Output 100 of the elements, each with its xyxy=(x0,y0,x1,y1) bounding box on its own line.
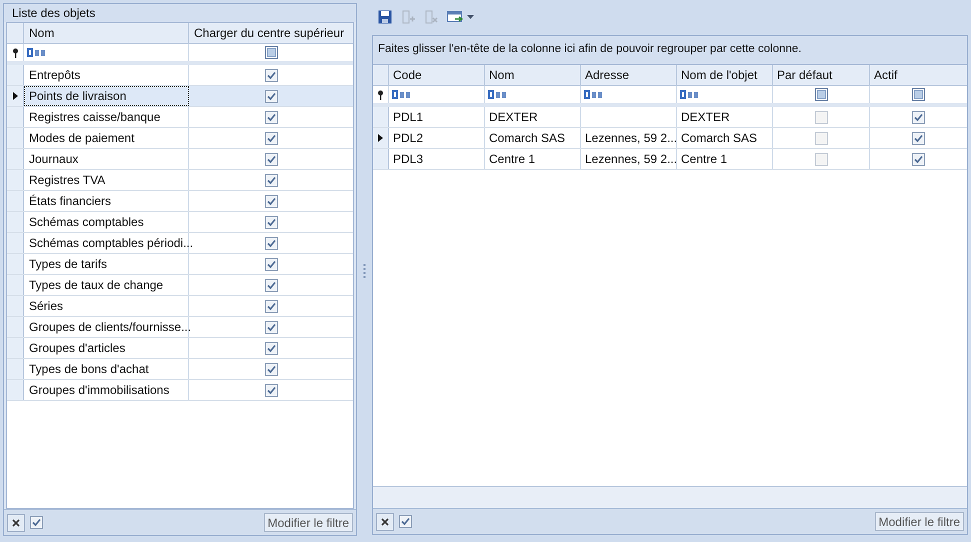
table-row[interactable]: Points de livraison xyxy=(7,86,353,107)
table-cell: Types de bons d'achat xyxy=(24,359,189,379)
text-filter-icon xyxy=(680,90,700,99)
table-row[interactable]: Registres caisse/banque xyxy=(7,107,353,128)
checkbox[interactable] xyxy=(264,152,278,166)
table-row[interactable]: Modes de paiement xyxy=(7,128,353,149)
clear-filter-button[interactable] xyxy=(376,512,394,530)
table-cell: Entrepôts xyxy=(24,65,189,85)
table-cell: Séries xyxy=(24,296,189,316)
close-icon xyxy=(381,518,389,526)
table-cell: Comarch SAS xyxy=(677,128,773,148)
table-row[interactable]: Groupes d'articles xyxy=(7,338,353,359)
table-cell: Groupes de clients/fournisse... xyxy=(24,317,189,337)
checkbox[interactable] xyxy=(814,132,828,144)
checkbox[interactable] xyxy=(814,110,828,124)
column-header[interactable]: Nom de l'objet xyxy=(677,65,773,85)
table-row[interactable]: PDL3 Centre 1 Lezennes, 59 2... Centre 1 xyxy=(373,149,967,170)
splitter-grip-icon[interactable] xyxy=(363,264,366,278)
checkbox[interactable] xyxy=(264,236,278,250)
checkbox[interactable] xyxy=(264,384,278,396)
table-cell: PDL1 xyxy=(389,107,485,127)
checkbox[interactable] xyxy=(264,258,278,270)
checkbox[interactable] xyxy=(264,278,278,292)
text-filter-icon xyxy=(392,90,412,99)
text-filter-icon xyxy=(584,90,604,99)
table-cell: Comarch SAS xyxy=(485,128,581,148)
table-row[interactable]: Schémas comptables périodi... xyxy=(7,233,353,254)
checkbox[interactable] xyxy=(264,342,278,354)
column-header[interactable]: Actif xyxy=(870,65,967,85)
modify-filter-button[interactable]: Modifier le filtre xyxy=(264,513,353,532)
table-row[interactable]: Types de bons d'achat xyxy=(7,359,353,380)
table-cell: Points de livraison xyxy=(24,86,189,106)
column-header[interactable]: Code xyxy=(389,65,485,85)
checkbox[interactable] xyxy=(912,110,925,124)
table-row[interactable]: Registres TVA xyxy=(7,170,353,191)
table-row[interactable]: États financiers xyxy=(7,191,353,212)
checkbox[interactable] xyxy=(264,194,278,208)
table-cell: Lezennes, 59 2... xyxy=(581,128,677,148)
checkbox[interactable] xyxy=(814,152,828,166)
checkbox[interactable] xyxy=(264,320,278,334)
checkbox[interactable] xyxy=(264,90,278,102)
table-cell: Centre 1 xyxy=(677,149,773,169)
table-row[interactable]: Schémas comptables xyxy=(7,212,353,233)
checkbox[interactable] xyxy=(264,110,278,124)
table-row[interactable]: Types de tarifs xyxy=(7,254,353,275)
column-header[interactable]: Nom xyxy=(485,65,581,85)
checkbox[interactable] xyxy=(912,152,925,166)
checkbox[interactable] xyxy=(264,362,278,376)
table-cell: Groupes d'articles xyxy=(24,338,189,358)
table-row[interactable]: PDL2 Comarch SAS Lezennes, 59 2... Comarch SAS xyxy=(373,128,967,149)
table-cell: Centre 1 xyxy=(485,149,581,169)
row-indicator[interactable] xyxy=(373,128,389,148)
table-cell: DEXTER xyxy=(485,107,581,127)
table-row[interactable]: Entrepôts xyxy=(7,65,353,86)
column-header[interactable]: Adresse xyxy=(581,65,677,85)
checkbox[interactable] xyxy=(264,216,278,228)
table-cell: DEXTER xyxy=(677,107,773,127)
column-header[interactable]: Par défaut xyxy=(773,65,870,85)
row-indicator[interactable] xyxy=(7,86,24,106)
current-row-icon xyxy=(378,134,383,142)
group-by-hint: Faites glisser l'en-tête de la colonne ici afin de pouvoir regrouper par cette colonne. xyxy=(373,36,967,65)
column-header[interactable]: Charger du centre supérieur xyxy=(189,23,353,43)
table-row[interactable]: Séries xyxy=(7,296,353,317)
table-cell: Journaux xyxy=(24,149,189,169)
checkbox[interactable] xyxy=(264,68,278,82)
table-row[interactable]: Types de taux de change xyxy=(7,275,353,296)
current-row-icon xyxy=(12,92,18,100)
text-filter-icon xyxy=(27,48,47,57)
table-cell: Lezennes, 59 2... xyxy=(581,149,677,169)
column-header[interactable]: Nom xyxy=(24,23,189,43)
checkbox[interactable] xyxy=(264,174,278,186)
panel-title: Liste des objets xyxy=(4,4,356,22)
table-cell: Types de tarifs xyxy=(24,254,189,274)
modify-filter-button[interactable]: Modifier le filtre xyxy=(874,512,964,531)
clear-filter-button[interactable] xyxy=(7,514,25,532)
filter-toggle-checkbox[interactable] xyxy=(399,515,412,528)
table-cell: PDL3 xyxy=(389,149,485,169)
table-cell: Types de taux de change xyxy=(24,275,189,295)
table-row[interactable]: Groupes de clients/fournisse... xyxy=(7,317,353,338)
checkbox[interactable] xyxy=(264,300,278,312)
close-icon xyxy=(12,518,20,526)
table-cell: PDL2 xyxy=(389,128,485,148)
checkbox[interactable] xyxy=(264,132,278,144)
table-cell: Groupes d'immobilisations xyxy=(24,380,189,400)
table-cell: États financiers xyxy=(24,191,189,211)
filter-checkbox[interactable] xyxy=(912,88,925,101)
table-row[interactable]: PDL1 DEXTER DEXTER xyxy=(373,107,967,128)
table-cell: Schémas comptables xyxy=(24,212,189,232)
caret-icon[interactable] xyxy=(467,15,474,19)
filter-checkbox[interactable] xyxy=(814,88,828,101)
save-icon[interactable] xyxy=(378,10,392,24)
filter-checkbox[interactable] xyxy=(264,46,278,59)
table-row[interactable]: Groupes d'immobilisations xyxy=(7,380,353,401)
text-filter-icon xyxy=(488,90,508,99)
filter-toggle-checkbox[interactable] xyxy=(30,516,43,529)
export-grid-icon[interactable] xyxy=(447,10,463,24)
table-cell: Registres TVA xyxy=(24,170,189,190)
table-row[interactable]: Journaux xyxy=(7,149,353,170)
table-cell: Registres caisse/banque xyxy=(24,107,189,127)
checkbox[interactable] xyxy=(912,132,925,144)
